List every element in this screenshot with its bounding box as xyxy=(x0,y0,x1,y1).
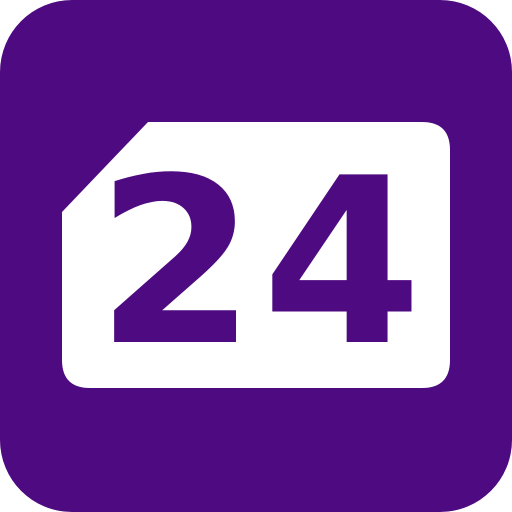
badge: 24 xyxy=(62,122,450,397)
app-icon-24[interactable]: 24 xyxy=(0,0,512,512)
badge-number: 24 xyxy=(96,130,428,397)
